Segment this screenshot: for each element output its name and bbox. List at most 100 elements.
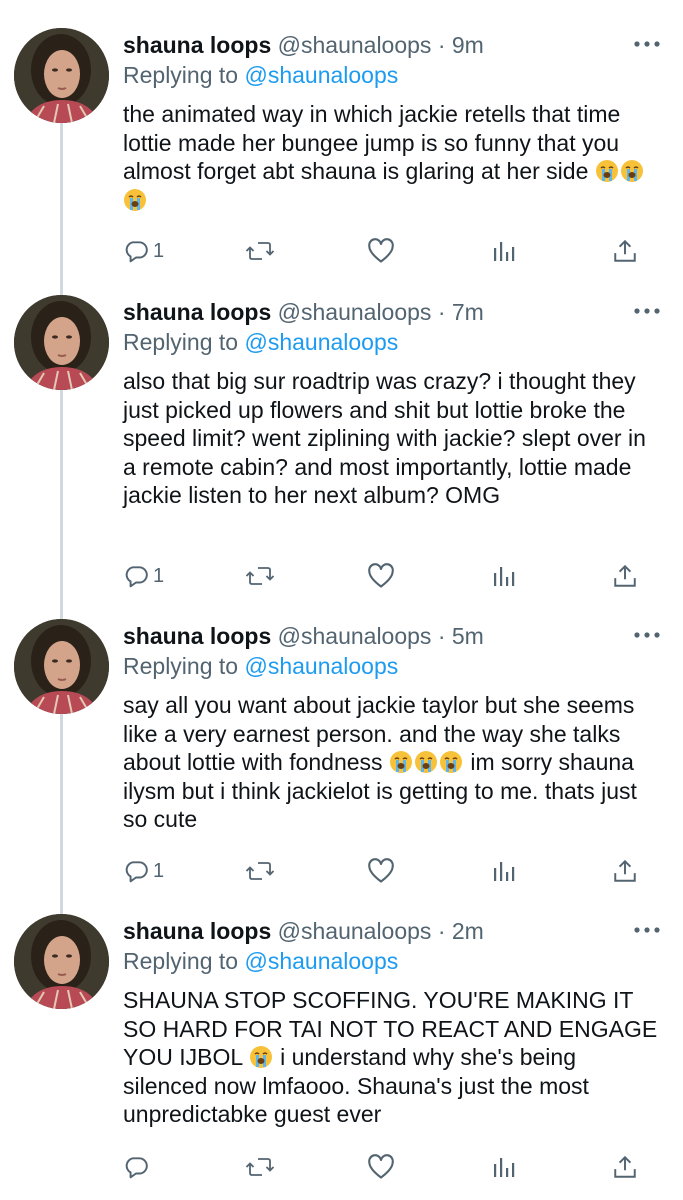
reply-button[interactable] [123,1150,153,1184]
user-handle[interactable]: @shaunaloops [278,32,432,58]
replying-to-label: Replying to [123,329,239,355]
like-button[interactable] [367,1150,395,1184]
retweet-icon [245,1158,275,1176]
tweet-3[interactable]: shauna loops @shaunaloops · 5m Replying … [0,591,683,914]
avatar-image [14,619,109,714]
reply-button[interactable]: 1 [123,234,164,268]
more-options-button[interactable] [632,36,662,52]
like-button[interactable] [367,854,395,888]
tweet-text: also that big sur roadtrip was crazy? i … [123,367,663,510]
tweet-actions [0,1150,683,1184]
share-button[interactable] [612,559,638,593]
more-options-button[interactable] [632,922,662,938]
separator-dot: · [437,32,446,58]
share-upload-icon [614,859,636,882]
emoji-group [389,749,464,775]
loudly-crying-face-emoji [439,751,462,774]
tweet-text-content: the animated way in which jackie retells… [123,101,627,185]
avatar[interactable] [14,28,109,123]
timestamp[interactable]: 7m [452,299,484,325]
more-options-button[interactable] [632,627,662,643]
replying-to-handle[interactable]: @shaunaloops [244,948,398,974]
reply-bubble-icon [125,1157,148,1179]
avatar[interactable] [14,295,109,390]
share-button[interactable] [612,854,638,888]
replying-to: Replying to @shaunaloops [123,60,398,90]
heart-icon [368,858,394,883]
tweet-header: shauna loops @shaunaloops · 5m [123,621,484,651]
timestamp[interactable]: 2m [452,918,484,944]
more-horizontal-icon [634,308,660,314]
loudly-crying-face-emoji [389,751,412,774]
separator-dot: · [437,299,446,325]
loudly-crying-face-emoji [249,1046,272,1069]
timestamp[interactable]: 5m [452,623,484,649]
retweet-button[interactable] [245,234,275,268]
display-name[interactable]: shauna loops [123,32,271,58]
tweet-text: say all you want about jackie taylor but… [123,691,663,834]
more-horizontal-icon [634,632,660,638]
views-button[interactable] [492,854,516,888]
reply-bubble-icon [125,241,148,263]
views-button[interactable] [492,234,516,268]
replying-to-label: Replying to [123,948,239,974]
share-button[interactable] [612,234,638,268]
heart-icon [368,238,394,263]
analytics-bars-icon [494,242,515,261]
avatar-image [14,28,109,123]
reply-count: 1 [153,240,165,262]
retweet-icon [245,242,275,260]
tweet-actions: 1 [0,559,683,593]
tweet-text: SHAUNA STOP SCOFFING. YOU'RE MAKING IT S… [123,986,663,1129]
tweet-text-content: also that big sur roadtrip was crazy? i … [123,368,653,509]
retweet-button[interactable] [245,854,275,888]
separator-dot: · [437,918,446,944]
heart-icon [368,1154,394,1179]
user-handle[interactable]: @shaunaloops [278,918,432,944]
display-name[interactable]: shauna loops [123,623,271,649]
tweet-1[interactable]: shauna loops @shaunaloops · 9m Replying … [0,0,683,298]
views-button[interactable] [492,559,516,593]
tweet-actions: 1 [0,854,683,888]
heart-icon [368,563,394,588]
display-name[interactable]: shauna loops [123,299,271,325]
reply-button[interactable]: 1 [123,559,164,593]
replying-to-label: Replying to [123,653,239,679]
replying-to-label: Replying to [123,62,239,88]
avatar[interactable] [14,914,109,1009]
replying-to-handle[interactable]: @shaunaloops [244,62,398,88]
reply-count: 1 [153,860,165,882]
like-button[interactable] [367,559,395,593]
like-button[interactable] [367,234,395,268]
loudly-crying-face-emoji [414,751,437,774]
separator-dot: · [437,623,446,649]
tweet-4[interactable]: shauna loops @shaunaloops · 2m Replying … [0,886,683,1200]
reply-button[interactable]: 1 [123,854,164,888]
replying-to-handle[interactable]: @shaunaloops [244,329,398,355]
tweet-header: shauna loops @shaunaloops · 7m [123,297,484,327]
avatar[interactable] [14,619,109,714]
share-upload-icon [614,239,636,262]
reply-count: 1 [153,565,165,587]
timestamp[interactable]: 9m [452,32,484,58]
retweet-icon [245,862,275,880]
tweet-2[interactable]: shauna loops @shaunaloops · 7m Replying … [0,267,683,622]
tweet-header: shauna loops @shaunaloops · 2m [123,916,484,946]
analytics-bars-icon [494,1158,515,1177]
emoji-group [249,1044,274,1070]
more-options-button[interactable] [632,303,662,319]
user-handle[interactable]: @shaunaloops [278,623,432,649]
user-handle[interactable]: @shaunaloops [278,299,432,325]
views-button[interactable] [492,1150,516,1184]
share-button[interactable] [612,1150,638,1184]
share-upload-icon [614,564,636,587]
display-name[interactable]: shauna loops [123,918,271,944]
replying-to: Replying to @shaunaloops [123,327,398,357]
retweet-button[interactable] [245,559,275,593]
reply-bubble-icon [125,566,148,588]
share-upload-icon [614,1155,636,1178]
loudly-crying-face-emoji [595,160,618,183]
more-horizontal-icon [634,927,660,933]
replying-to-handle[interactable]: @shaunaloops [244,653,398,679]
retweet-button[interactable] [245,1150,275,1184]
